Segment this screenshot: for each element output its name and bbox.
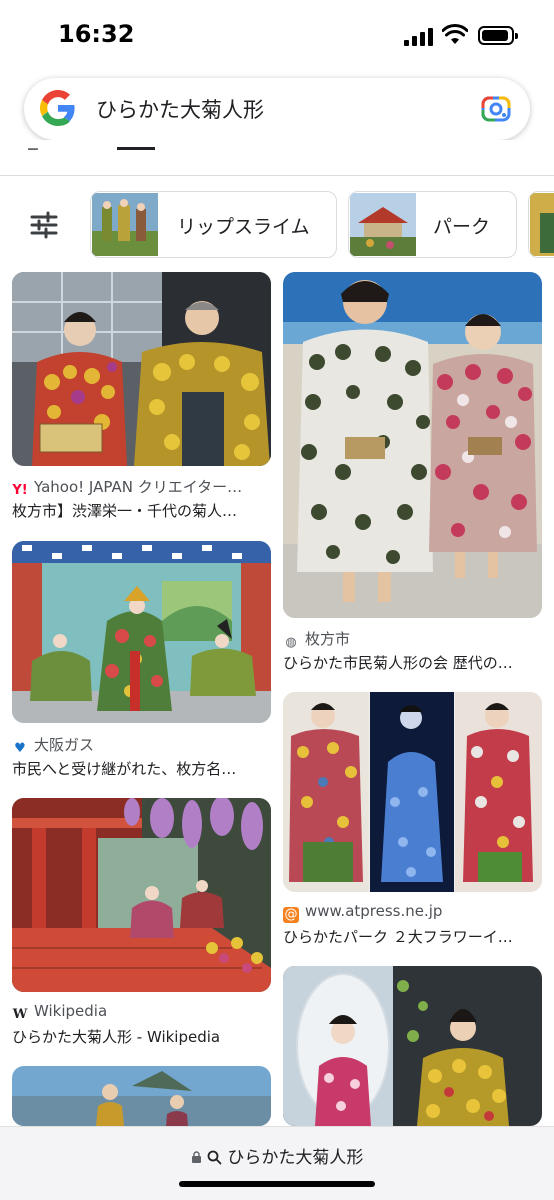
lock-icon	[191, 1151, 201, 1163]
image-result[interactable]: W Wikipedia ひらかた大菊人形 - Wikipedia	[12, 798, 271, 1048]
tab-strip: ━	[0, 140, 554, 176]
tab-news[interactable]	[196, 140, 218, 150]
status-bar: 16:32	[0, 0, 554, 74]
tab-all[interactable]: ━	[28, 140, 42, 150]
chip-park[interactable]: パーク	[348, 191, 517, 258]
result-source: Y! Yahoo! JAPAN クリエイター…	[12, 478, 243, 498]
result-image[interactable]	[12, 1066, 271, 1126]
search-icon	[207, 1150, 222, 1165]
wikipedia-icon: W	[12, 1007, 28, 1022]
chip-thumbnail	[350, 193, 416, 256]
image-result[interactable]: Y! Yahoo! JAPAN クリエイター… 枚方市】渋澤栄一・千代の菊人…	[12, 272, 271, 522]
wifi-icon	[442, 24, 468, 44]
result-image[interactable]	[283, 692, 542, 892]
home-indicator[interactable]	[179, 1181, 375, 1187]
result-title[interactable]: 市民へと受け継がれた、枚方名…	[12, 758, 271, 779]
result-image[interactable]	[12, 541, 271, 723]
search-box[interactable]: ひらかた大菊人形	[24, 78, 530, 140]
result-title[interactable]: ひらかた市民菊人形の会 歴代の…	[283, 652, 542, 673]
filter-tune-icon[interactable]	[24, 205, 64, 245]
result-image[interactable]	[283, 966, 542, 1126]
result-source: ◍ 枚方市	[283, 628, 542, 651]
address-text: ひらかた大菊人形	[227, 1148, 364, 1168]
image-result[interactable]: @ www.atpress.ne.jp ひらかたパーク ２大フラワーイ…	[283, 692, 542, 948]
yahoo-icon: Y!	[12, 483, 28, 498]
search-query[interactable]: ひらかた大菊人形	[96, 94, 264, 124]
result-source: ♥ 大阪ガス	[12, 734, 271, 757]
tab-images[interactable]	[117, 140, 155, 150]
chip-lip-slime[interactable]: リップスライム	[90, 191, 337, 258]
chip-partial[interactable]	[528, 191, 554, 258]
battery-icon	[478, 26, 518, 45]
result-source: @ www.atpress.ne.jp	[283, 902, 443, 923]
chip-label: パーク	[433, 216, 491, 238]
globe-icon: ◍	[285, 635, 297, 650]
image-result[interactable]: ◍ 枚方市 ひらかた市民菊人形の会 歴代の…	[283, 272, 542, 672]
tab-more[interactable]	[484, 140, 502, 150]
image-result[interactable]: ♥ 大阪ガス 市民へと受け継がれた、枚方名…	[12, 541, 271, 781]
google-logo-icon	[40, 90, 75, 126]
result-image[interactable]	[283, 272, 542, 618]
result-image[interactable]	[12, 798, 271, 992]
chip-label: リップスライム	[177, 216, 310, 238]
result-title[interactable]: 枚方市】渋澤栄一・千代の菊人…	[12, 500, 271, 521]
atpress-icon: @	[283, 907, 299, 923]
tab-shopping[interactable]	[262, 140, 306, 150]
chip-thumbnail	[530, 193, 554, 256]
address-url[interactable]: ひらかた大菊人形	[0, 1143, 554, 1168]
image-result[interactable]	[12, 1066, 271, 1126]
result-source: W Wikipedia	[12, 1002, 108, 1022]
cellular-signal-icon	[404, 28, 434, 46]
chip-thumbnail	[92, 193, 158, 256]
image-result[interactable]	[283, 966, 542, 1126]
status-time: 16:32	[58, 20, 135, 48]
result-title[interactable]: ひらかた大菊人形 - Wikipedia	[12, 1026, 271, 1047]
bottom-address-bar[interactable]: ひらかた大菊人形	[0, 1126, 554, 1200]
result-image[interactable]	[12, 272, 271, 466]
osaka-gas-icon: ♥	[14, 741, 26, 756]
google-lens-icon[interactable]	[481, 94, 511, 124]
result-title[interactable]: ひらかたパーク ２大フラワーイ…	[283, 926, 542, 947]
